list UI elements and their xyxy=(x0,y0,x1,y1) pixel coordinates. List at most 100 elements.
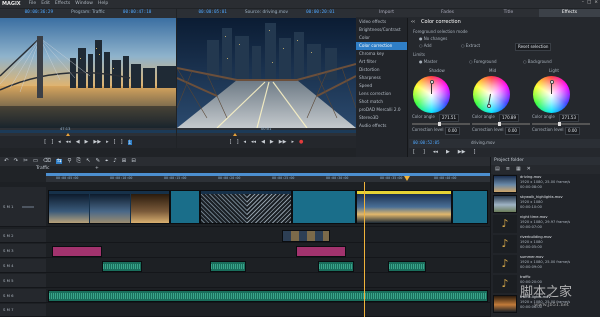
title-clip-1[interactable] xyxy=(52,246,102,257)
effect-item[interactable]: Lens correction xyxy=(356,90,407,98)
timeline-playhead[interactable] xyxy=(404,176,410,181)
audio-clip[interactable] xyxy=(210,261,246,272)
tab-import[interactable]: Import xyxy=(356,9,417,17)
mid-level-field[interactable]: 0.00 xyxy=(505,127,520,135)
source-title[interactable]: Source: driving.mov xyxy=(245,11,288,16)
menu-window[interactable]: Window xyxy=(75,1,93,7)
source-playhead[interactable] xyxy=(233,133,237,136)
menu-effects[interactable]: Effects xyxy=(55,1,70,7)
fg-option-extract[interactable]: ○ Extract xyxy=(461,44,480,48)
audio-clip[interactable] xyxy=(388,261,426,272)
panel-rewind-button[interactable]: ◂◂ xyxy=(433,150,438,155)
ripple-icon[interactable]: ⇆ xyxy=(55,158,63,165)
video-clip-bridge[interactable] xyxy=(200,190,292,224)
close-icon[interactable]: × xyxy=(594,0,598,6)
effect-item-selected[interactable]: Color correction xyxy=(356,42,407,50)
grid-view-icon[interactable]: ▦ xyxy=(516,167,521,172)
light-level-field[interactable]: 0.00 xyxy=(565,127,580,135)
fg-option-no-changes[interactable]: ● No changes xyxy=(419,37,447,41)
mark-out-button[interactable]: ] xyxy=(51,139,53,145)
cut-icon[interactable]: ✂ xyxy=(23,158,28,165)
folder-icon[interactable]: ▤ xyxy=(495,167,500,172)
program-title[interactable]: Program: Traffic xyxy=(71,11,105,16)
light-color-wheel[interactable] xyxy=(533,76,570,113)
video-clip-night-skyline[interactable] xyxy=(356,190,452,224)
src-prev-button[interactable]: ◂ xyxy=(244,139,247,145)
project-item[interactable]: ♪ summer.mov 1920 x 1080, 25.00 frame/s 00… xyxy=(493,254,599,276)
reset-selection-button[interactable]: Reset selection xyxy=(515,43,552,51)
menu-file[interactable]: File xyxy=(29,1,37,7)
zoom-out-icon[interactable]: ⊟ xyxy=(131,158,136,165)
effect-item[interactable]: proDAD Mercalli 2.0 xyxy=(356,106,407,114)
timeline-ruler[interactable]: 00:00:05:00 00:00:10:00 00:00:15:00 00:0… xyxy=(46,173,490,182)
panel-range-out-button[interactable]: ] xyxy=(474,150,476,155)
audio-clip[interactable] xyxy=(102,261,142,272)
src-stop-button[interactable]: ◀ xyxy=(261,139,265,145)
redo-icon[interactable]: ↷ xyxy=(14,158,19,165)
limit-foreground[interactable]: ○ Foreground xyxy=(469,60,497,64)
undo-icon[interactable]: ↶ xyxy=(4,158,9,165)
src-mark-out-button[interactable]: ] xyxy=(237,139,239,145)
record-button[interactable]: ● xyxy=(299,139,303,145)
menu-edit[interactable]: Edit xyxy=(41,1,50,7)
add-tab-icon[interactable]: + xyxy=(95,166,99,171)
play-button[interactable]: ▶ xyxy=(85,139,89,145)
delete-icon[interactable]: ✕ xyxy=(527,167,531,172)
back-icon[interactable]: ‹‹ xyxy=(411,20,415,25)
audio-clip[interactable] xyxy=(318,261,354,272)
export-frame-button[interactable]: ⤓ xyxy=(127,139,132,145)
panel-mark-in-button[interactable]: [ xyxy=(413,150,415,155)
mid-level-slider[interactable] xyxy=(472,122,530,126)
effect-item[interactable]: Shot match xyxy=(356,98,407,106)
effect-category-video[interactable]: Video effects xyxy=(356,18,407,26)
range-in-button[interactable]: [ xyxy=(114,139,116,145)
effect-item[interactable]: Color xyxy=(356,34,407,42)
shadow-level-field[interactable]: 0.00 xyxy=(445,127,460,135)
stop-button[interactable]: ◀ xyxy=(76,139,80,145)
zoom-icon[interactable]: ⚲ xyxy=(67,158,71,165)
menu-help[interactable]: Help xyxy=(98,1,108,7)
maximize-icon[interactable]: □ xyxy=(587,0,591,6)
shadow-angle-field[interactable]: 271.51 xyxy=(439,114,459,122)
limit-background[interactable]: ○ Background xyxy=(523,60,552,64)
select-range-icon[interactable]: ▭ xyxy=(33,158,38,165)
panel-mini-ruler[interactable]: 00:00:52:05 driving.mov xyxy=(409,139,600,148)
next-marker-button[interactable]: ▸ xyxy=(106,139,109,145)
limit-master[interactable]: ● Master xyxy=(419,60,437,64)
panel-mark-out-button[interactable]: ] xyxy=(423,150,425,155)
video-clip-driving[interactable] xyxy=(48,190,170,224)
shadow-color-wheel[interactable] xyxy=(413,76,450,113)
tab-title[interactable]: Title xyxy=(478,9,539,17)
minimize-icon[interactable]: – xyxy=(582,0,584,6)
panel-ff-button[interactable]: ▶▶ xyxy=(458,150,466,155)
src-next-button[interactable]: ▸ xyxy=(291,139,294,145)
mid-color-wheel[interactable] xyxy=(473,76,510,113)
fg-option-add[interactable]: ○ Add xyxy=(419,44,432,48)
prev-marker-button[interactable]: ◂ xyxy=(58,139,61,145)
mark-in-button[interactable]: [ xyxy=(44,139,46,145)
project-item[interactable]: ♪ night time.mov 1920 x 1080, 29.97 frame… xyxy=(493,214,599,236)
video-clip-empty[interactable] xyxy=(292,190,356,224)
effect-category-audio[interactable]: Audio effects xyxy=(356,122,407,130)
zoom-in-icon[interactable]: ⊞ xyxy=(122,158,127,165)
project-item[interactable]: skywalk_highlights.mov 1920 x 1080 00:00:1… xyxy=(493,194,599,216)
music-clip[interactable] xyxy=(48,290,488,302)
src-rewind-button[interactable]: ◂◂ xyxy=(251,139,256,145)
src-mark-in-button[interactable]: [ xyxy=(230,139,232,145)
rewind-button[interactable]: ◂◂ xyxy=(66,139,71,145)
list-view-icon[interactable]: ≡ xyxy=(506,167,510,172)
src-play-button[interactable]: ▶ xyxy=(270,139,274,145)
program-playhead[interactable] xyxy=(66,133,70,136)
tab-effects[interactable]: Effects xyxy=(539,9,600,17)
range-out-button[interactable]: ] xyxy=(121,139,123,145)
target-icon[interactable]: ⌖ xyxy=(105,158,108,165)
pencil-icon[interactable]: ✎ xyxy=(95,158,100,165)
project-item[interactable]: driving.mov 1920 x 1080, 25.00 frame/s 00:… xyxy=(493,174,599,196)
video-clip-tail[interactable] xyxy=(452,190,488,224)
copy-icon[interactable]: ⎘ xyxy=(76,158,80,165)
pointer-icon[interactable]: ↖ xyxy=(86,158,91,165)
tab-traffic[interactable]: Traffic xyxy=(36,166,50,171)
effect-item[interactable]: Chroma key xyxy=(356,50,407,58)
project-item[interactable]: ♪ riverbuilding.mov 1920 x 1080 00:00:05:0… xyxy=(493,234,599,256)
fast-forward-button[interactable]: ▶▶ xyxy=(93,139,101,145)
